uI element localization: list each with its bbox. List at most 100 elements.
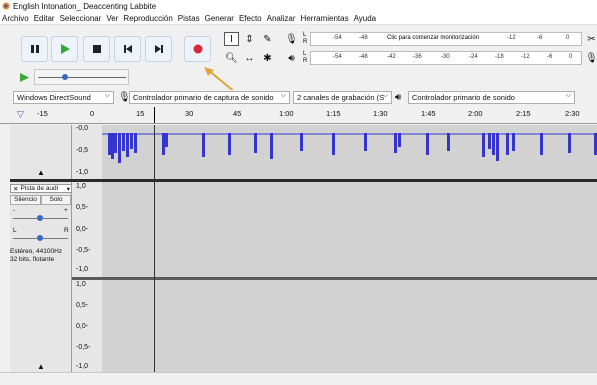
device-toolbar: Windows DirectSound ⌵ 🎙︎ Controlador prim… [0, 90, 597, 106]
timeline-ruler[interactable]: ▽ -15 0 15 30 45 1:00 1:15 1:30 1:45 2:0… [0, 106, 597, 124]
scale-label: 0,0- [76, 323, 89, 330]
menu-herramientas[interactable]: Herramientas [301, 14, 349, 23]
timeline-tick: 2:15 [516, 109, 531, 118]
output-device-value: Controlador primario de sonido [412, 93, 515, 102]
channels-select[interactable]: 2 canales de grabación (S ⌵ [293, 91, 392, 104]
timeline-tick: 15 [136, 109, 145, 118]
record-button[interactable] [184, 36, 211, 62]
menu-ayuda[interactable]: Ayuda [354, 14, 377, 23]
timeline-tick: 2:00 [468, 109, 483, 118]
selection-tool[interactable]: I [224, 32, 239, 46]
monitor-label[interactable]: Clic para comenzar monitorización [387, 35, 480, 41]
play-tick: -30 [441, 54, 450, 60]
play-tick: -48 [359, 54, 368, 60]
mute-button[interactable]: Silencio [10, 195, 41, 205]
scale-label: 0,0- [76, 226, 89, 233]
waveform-spike [111, 133, 114, 159]
waveform-spike [118, 133, 121, 163]
menu-reproduccion[interactable]: Reproducción [123, 14, 172, 23]
rec-tick: -12 [507, 35, 516, 41]
play-icon [20, 72, 29, 82]
collapse-track-icon[interactable]: ▲ [37, 362, 45, 371]
slider-thumb[interactable] [62, 74, 68, 80]
track-bitdepth-info: 32 bits, flotante [10, 256, 55, 263]
play-speed-slider[interactable] [34, 69, 129, 85]
input-device-value: Controlador primario de captura de sonid… [133, 93, 274, 102]
menu-editar[interactable]: Editar [34, 14, 55, 23]
input-device-select[interactable]: Controlador primario de captura de sonid… [129, 91, 290, 104]
play-icon [60, 44, 70, 54]
record-meter-button[interactable]: 🎙︎ [284, 32, 299, 46]
menu-analizar[interactable]: Analizar [267, 14, 296, 23]
waveform-spike [270, 133, 273, 159]
left-right-arrow-icon: ↔ [244, 52, 255, 64]
slider-track [38, 77, 126, 78]
menu-ver[interactable]: Ver [106, 14, 118, 23]
track-name-menu[interactable]: ✕ Pista de audi ▾ [10, 184, 72, 193]
playback-meter-button[interactable]: 🔊︎ [284, 51, 299, 65]
scale-label: -1,0 [76, 266, 89, 273]
waveform-spike [254, 133, 257, 153]
scale-label: -0,5- [76, 344, 91, 351]
menu-generar[interactable]: Generar [205, 14, 234, 23]
chevron-down-icon: ⌵ [104, 92, 110, 99]
timeline-tick: -15 [37, 109, 48, 118]
timeline-tick: 45 [233, 109, 242, 118]
solo-button[interactable]: Solo [41, 195, 71, 205]
skip-to-start-button[interactable] [114, 36, 141, 62]
play-tick: -18 [495, 54, 504, 60]
play-tick: -54 [333, 54, 342, 60]
playback-meter[interactable]: -54 -48 -42 -36 -30 -24 -18 -12 -6 0 [310, 51, 582, 65]
waveform-spike [130, 133, 133, 149]
cut-button[interactable]: ✂ [584, 32, 597, 46]
pause-icon [30, 45, 39, 53]
waveform-spike [364, 133, 367, 151]
waveform-spike [162, 133, 165, 155]
skip-start-icon [123, 45, 132, 53]
track2-left-scale: 1,0 0,5- 0,0- -0,5- -1,0 [72, 182, 102, 277]
timeline-tick: 1:30 [373, 109, 388, 118]
stop-button[interactable] [83, 36, 110, 62]
toolbar-area: I ⇕ ✎ 🔍︎ ↔ ✱ 🎙︎ L R -54 -48 Clic para co… [0, 25, 597, 103]
menu-archivo[interactable]: Archivo [2, 14, 29, 23]
gain-slider-thumb[interactable] [37, 215, 43, 221]
play-button[interactable] [51, 36, 78, 62]
pan-slider-thumb[interactable] [37, 235, 43, 241]
close-icon[interactable]: ✕ [13, 185, 18, 193]
scale-label: -0,5- [76, 247, 91, 254]
asterisk-icon: ✱ [263, 52, 272, 64]
dropdown-arrow-icon: ▾ [66, 185, 70, 193]
timeline-options-icon[interactable]: ▽ [17, 109, 24, 120]
rec-channel-l: L [303, 32, 307, 38]
menu-seleccionar[interactable]: Seleccionar [60, 14, 102, 23]
menu-efecto[interactable]: Efecto [239, 14, 262, 23]
audio-host-select[interactable]: Windows DirectSound ⌵ [13, 91, 114, 104]
zoom-tool[interactable]: 🔍︎ [224, 51, 239, 65]
waveform-spike [568, 133, 571, 153]
waveform-spike [482, 133, 485, 157]
gain-minus-label: - [13, 207, 16, 214]
multi-tool[interactable]: ✱ [260, 51, 275, 65]
collapse-track-icon[interactable]: ▲ [37, 168, 45, 177]
audio-host-value: Windows DirectSound [17, 93, 91, 102]
record-meter[interactable]: -54 -48 Clic para comenzar monitorizació… [310, 32, 582, 46]
track2-left-channel[interactable] [102, 182, 597, 277]
track2-right-channel[interactable] [102, 280, 597, 372]
speaker-icon: 🔊︎ [288, 52, 295, 64]
waveform-spike [122, 133, 125, 151]
pause-button[interactable] [21, 36, 48, 62]
menu-pistas[interactable]: Pistas [178, 14, 200, 23]
play-tick: -42 [387, 54, 396, 60]
play-at-speed-button[interactable] [17, 70, 32, 84]
mic-level-button[interactable]: 🎙︎ [584, 51, 597, 65]
scale-label: 0,5- [76, 204, 89, 211]
envelope-tool[interactable]: ⇕ [242, 32, 257, 46]
output-device-select[interactable]: Controlador primario de sonido ⌵ [408, 91, 575, 104]
waveform-spike [426, 133, 429, 155]
track1-waveform[interactable] [102, 125, 597, 179]
time-shift-tool[interactable]: ↔ [242, 51, 257, 65]
skip-to-end-button[interactable] [145, 36, 172, 62]
scale-label: -0,5 [76, 147, 89, 154]
timeline-tick: 1:15 [326, 109, 341, 118]
draw-tool[interactable]: ✎ [260, 32, 275, 46]
